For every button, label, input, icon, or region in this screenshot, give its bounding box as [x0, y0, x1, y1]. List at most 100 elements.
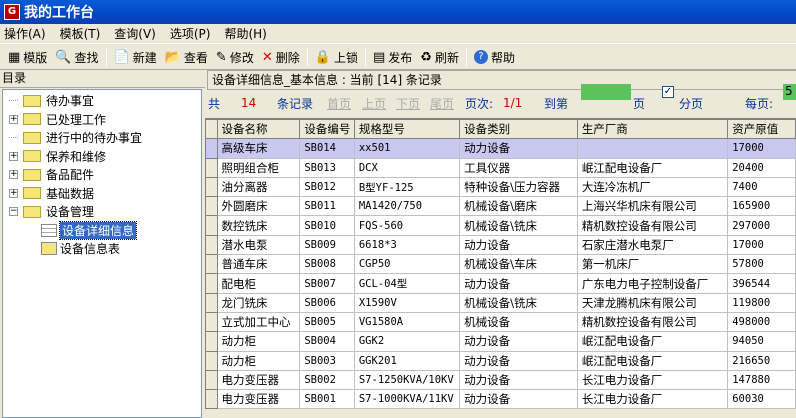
row-selector[interactable]	[205, 292, 218, 313]
table-cell: 精机数控设备有限公司	[576, 215, 729, 236]
row-selector[interactable]	[205, 311, 218, 333]
tree-node[interactable]: + 已处理工作	[9, 111, 106, 128]
table-row[interactable]: 电力变压器 SB002 S7-1250KVA/10KV 动力设备 长江电力设备厂 1478…	[205, 369, 796, 391]
row-selector[interactable]	[205, 331, 218, 352]
table-row[interactable]: 油分离器 SB012 B型YF-125 特种设备\压力容器 大连冷冻机厂 7400	[205, 176, 796, 198]
column-header[interactable]: 设备编号	[299, 118, 355, 140]
row-selector[interactable]	[205, 254, 218, 275]
row-selector[interactable]	[205, 138, 218, 159]
toolbar-button[interactable]: 🔍 查找	[51, 46, 102, 68]
menu-item[interactable]: 操作(A)	[4, 25, 46, 42]
toolbar-button[interactable]: ▤ 发布	[369, 46, 416, 68]
table-cell: SB007	[299, 273, 355, 294]
column-header[interactable]: 生产厂商	[576, 118, 729, 140]
toolbar-icon: 📂	[164, 49, 181, 65]
row-selector[interactable]	[205, 196, 218, 217]
row-selector[interactable]	[205, 369, 218, 391]
column-header[interactable]: 设备名称	[216, 118, 301, 140]
table-row[interactable]: 外圆磨床 SB011 MA1420/750 机械设备\磨床 上海兴华机床有限公司 1659…	[205, 196, 796, 217]
tree-node[interactable]: 待办事宜	[9, 92, 94, 109]
toolbar-icon: ?	[473, 50, 488, 64]
next-page-link[interactable]: 下页	[396, 95, 420, 112]
table-cell: 119800	[727, 292, 796, 313]
table-row[interactable]: 高级车床 SB014 xx501 动力设备 17000	[205, 138, 796, 159]
table-cell: 上海兴华机床有限公司	[576, 196, 729, 217]
table-cell: 7400	[727, 176, 796, 198]
window-title: 我的工作台	[24, 5, 94, 21]
toolbar-label: 查找	[74, 50, 99, 65]
table-cell: CGP50	[353, 254, 461, 275]
row-selector[interactable]	[205, 273, 218, 294]
table-cell: 机械设备\磨床	[459, 196, 578, 217]
menu-item[interactable]: 帮助(H)	[224, 25, 266, 42]
tree-node[interactable]: 进行中的待办事宜	[9, 129, 142, 146]
last-page-link[interactable]: 尾页	[430, 95, 454, 112]
equipment-table: 设备名称 设备编号 规格型号 设备类别 生产厂商 资产原值 高级车床 SB014 xx501 动力…	[205, 118, 796, 418]
per-page-input[interactable]: 5	[783, 84, 796, 100]
table-row[interactable]: 照明组合柜 SB013 DCX 工具仪器 岷江配电设备厂 20400	[205, 157, 796, 178]
column-header[interactable]: 资产原值	[727, 118, 796, 140]
paging-checkbox[interactable]: ✓	[662, 86, 674, 98]
prev-page-link[interactable]: 上页	[362, 95, 386, 112]
tree-node[interactable]: + 备品配件	[9, 166, 94, 183]
toolbar-icon: ✎	[215, 49, 227, 65]
expand-icon[interactable]: +	[9, 151, 18, 161]
table-cell: 外圆磨床	[216, 196, 301, 217]
row-selector[interactable]	[205, 157, 218, 178]
row-selector[interactable]	[205, 350, 218, 371]
menu-item[interactable]: 查询(V)	[114, 25, 156, 42]
table-cell: 长江电力设备厂	[576, 389, 729, 410]
toolbar-button[interactable]: ✕ 删除	[258, 46, 304, 68]
toolbar-button[interactable]: 📂 查看	[161, 46, 212, 68]
table-cell: 297000	[727, 215, 796, 236]
tree-node-label: 已处理工作	[46, 112, 107, 127]
collapse-icon[interactable]: −	[9, 207, 18, 216]
table-cell: SB011	[299, 196, 355, 217]
menu-item[interactable]: 选项(P)	[170, 25, 211, 42]
folder-icon	[23, 205, 41, 218]
expand-icon[interactable]: +	[9, 114, 18, 124]
table-row[interactable]: 动力柜 SB004 GGK2 动力设备 岷江配电设备厂 94050	[205, 331, 796, 352]
table-cell: 17000	[727, 138, 796, 159]
toolbar-button[interactable]: 🔒 上锁	[311, 46, 362, 68]
toolbar-button[interactable]: ? 帮助	[470, 46, 519, 68]
expand-icon[interactable]: +	[9, 170, 18, 179]
tree-node[interactable]: + 保养和维修	[9, 148, 106, 165]
row-selector[interactable]	[205, 234, 218, 256]
folder-icon	[23, 150, 41, 162]
table-row[interactable]: 立式加工中心 SB005 VG1580A 机械设备 精机数控设备有限公司 498000	[205, 311, 796, 333]
tree-node[interactable]: − 设备管理	[9, 203, 94, 220]
sidebar-title: 目录	[0, 70, 205, 88]
table-row[interactable]: 普通车床 SB008 CGP50 机械设备\车床 第一机床厂 57800	[205, 254, 796, 275]
table-cell: 岷江配电设备厂	[576, 157, 729, 178]
row-selector[interactable]	[205, 215, 218, 236]
expand-icon[interactable]: +	[9, 188, 18, 198]
goto-page-input[interactable]	[581, 84, 631, 100]
table-cell: 特种设备\压力容器	[459, 176, 578, 198]
row-selector[interactable]	[205, 176, 218, 198]
column-header[interactable]: 设备类别	[459, 118, 578, 140]
tree-node[interactable]: + 基础数据	[9, 185, 94, 202]
first-page-link[interactable]: 首页	[327, 95, 351, 112]
row-selector[interactable]	[205, 389, 218, 410]
toolbar-button[interactable]: ▦ 模版	[4, 46, 51, 68]
menu-item[interactable]: 模板(T)	[60, 25, 101, 42]
table-row[interactable]: 电力变压器 SB001 S7-1000KVA/11KV 动力设备 长江电力设备厂 6003…	[205, 389, 796, 410]
toolbar-button[interactable]: 📄 新建	[110, 46, 161, 68]
table-row[interactable]: 潜水电泵 SB009 6618*3 动力设备 石家庄潜水电泵厂 17000	[205, 234, 796, 256]
table-cell: X1590V	[353, 292, 461, 313]
toolbar-separator	[105, 48, 107, 66]
table-row[interactable]: 数控铣床 SB010 FQS-560 机械设备\铣床 精机数控设备有限公司 297000	[205, 215, 796, 236]
table-cell: SB006	[299, 292, 355, 313]
column-header[interactable]: 规格型号	[353, 118, 461, 140]
tree-child-node[interactable]: 设备详细信息	[41, 220, 138, 240]
table-cell: S7-1250KVA/10KV	[353, 369, 461, 391]
tree-child-node[interactable]: 设备信息表	[41, 240, 120, 257]
toolbar-button[interactable]: ♻ 刷新	[416, 46, 463, 68]
table-cell: GGK2	[353, 331, 461, 352]
table-row[interactable]: 龙门铣床 SB006 X1590V 机械设备\铣床 天津龙腾机床有限公司 119800	[205, 292, 796, 313]
table-row[interactable]: 配电柜 SB007 GCL-04型 动力设备 广东电力电子控制设备厂 396544	[205, 273, 796, 294]
table-row[interactable]: 动力柜 SB003 GGK201 动力设备 岷江配电设备厂 216650	[205, 350, 796, 371]
toolbar-button[interactable]: ✎ 修改	[212, 46, 258, 68]
toolbar-label: 新建	[132, 50, 157, 65]
